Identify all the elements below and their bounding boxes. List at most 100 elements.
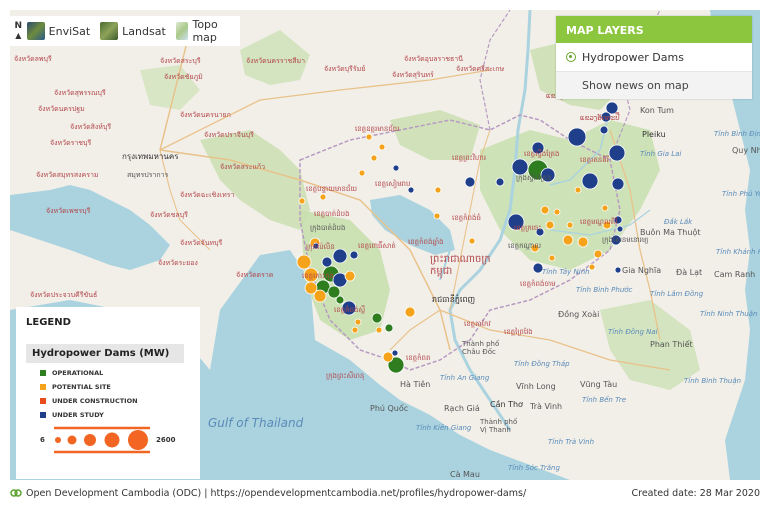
kh-label-26: ក្រុងស្ទឹងត្រែង: [516, 174, 552, 182]
quy-nhon-label: Quy Nhơn: [732, 146, 760, 155]
kh-label-13: ខេត្តកំពង់ឆ្នាំង: [408, 238, 444, 246]
dong-nai-prov-label: Tỉnh Đồng Nai: [608, 328, 658, 336]
tay-ninh-prov-label: Tỉnh Tây Ninh: [542, 268, 590, 276]
dam-marker-under-study[interactable]: [495, 177, 505, 187]
dam-marker-potential-site[interactable]: [298, 197, 306, 205]
dam-marker-under-study[interactable]: [614, 266, 622, 274]
basemap-landsat-option[interactable]: Landsat: [100, 22, 166, 40]
th-label-6: จังหวัดฉะเชิงเทรา: [180, 191, 235, 199]
th-label-22: จังหวัดประจวบคีรีขันธ์: [30, 291, 98, 299]
th-label-17: จังหวัดชัยภูมิ: [164, 73, 203, 81]
dam-marker-operational[interactable]: [384, 323, 394, 333]
dam-marker-potential-site[interactable]: [296, 254, 312, 270]
dam-marker-potential-site[interactable]: [313, 289, 327, 303]
dam-marker-potential-site[interactable]: [354, 318, 362, 326]
dam-marker-potential-site[interactable]: [370, 154, 378, 162]
basemap-envisat-option[interactable]: EnviSat: [26, 22, 90, 40]
dam-marker-potential-site[interactable]: [593, 249, 603, 259]
dam-marker-under-study[interactable]: [321, 256, 333, 268]
dam-marker-under-study[interactable]: [608, 144, 626, 162]
kh-label-25: ក្រុងបាត់ដំបង: [310, 224, 346, 232]
dam-marker-under-study[interactable]: [511, 158, 529, 176]
study-swatch: [40, 412, 46, 418]
dam-marker-under-study[interactable]: [332, 248, 348, 264]
th-label-7: จังหวัดชลบุรี: [150, 211, 188, 219]
map-frame: { "basemaps": [ {"label": "EnviSat", "ic…: [0, 0, 768, 507]
legend-item-construction: UNDER CONSTRUCTION: [40, 397, 190, 405]
odc-logo-icon: [10, 489, 22, 497]
dam-marker-operational[interactable]: [335, 295, 345, 305]
dam-marker-under-study[interactable]: [392, 164, 400, 172]
dam-marker-potential-site[interactable]: [574, 186, 582, 194]
layer-hydropower-dams-toggle[interactable]: Hydropower Dams: [556, 43, 752, 71]
dam-marker-potential-site[interactable]: [382, 351, 394, 363]
construction-swatch: [40, 398, 46, 404]
dam-marker-under-study[interactable]: [599, 125, 609, 135]
dam-marker-potential-site[interactable]: [468, 237, 476, 245]
dam-marker-potential-site[interactable]: [433, 212, 441, 220]
th-label-24: จังหวัดสมุทรสงคราม: [36, 171, 99, 179]
dam-marker-operational[interactable]: [371, 312, 383, 324]
kh-label-2: ខេត្តព្រះវិហារ: [452, 154, 487, 162]
show-news-on-map-button[interactable]: Show news on map: [556, 71, 752, 99]
tra-vinh-prov-label: Tỉnh Trà Vinh: [548, 438, 595, 446]
dam-marker-potential-site[interactable]: [548, 254, 556, 262]
phu-yen-prov-label: Tỉnh Phú Yên: [722, 190, 760, 198]
dam-marker-potential-site[interactable]: [545, 220, 555, 230]
th-label-3: จังหวัดนครนายก: [180, 111, 231, 119]
phnom-penh-label: រាជធានីភ្នំពេញ: [432, 295, 476, 304]
th-label-12: จังหวัดบุรีรัมย์: [324, 65, 366, 73]
dam-marker-potential-site[interactable]: [577, 236, 589, 248]
dam-marker-under-study[interactable]: [616, 225, 624, 233]
dam-marker-potential-site[interactable]: [562, 234, 574, 246]
dam-marker-potential-site[interactable]: [378, 143, 386, 151]
dam-marker-potential-site[interactable]: [358, 169, 366, 177]
basemap-topo-label: Topo map: [192, 18, 218, 44]
footer-created-date: Created date: 28 Mar 2020: [631, 487, 761, 499]
ca-mau-label: Cà Mau: [450, 470, 480, 479]
dam-marker-under-study[interactable]: [391, 349, 399, 357]
basemap-topo-option[interactable]: Topo map: [175, 18, 230, 44]
kh-label-17: ខេត្តតាកែវ: [464, 320, 491, 328]
kh-label-8: ខេត្តសៀមរាប: [375, 180, 411, 188]
dam-marker-potential-site[interactable]: [601, 204, 609, 212]
map-layers-title: MAP LAYERS: [556, 16, 752, 43]
dam-marker-potential-site[interactable]: [344, 270, 356, 282]
dam-marker-potential-site[interactable]: [588, 263, 596, 271]
scale-min-label: 6: [40, 436, 45, 444]
dam-marker-potential-site[interactable]: [404, 306, 416, 318]
th-label-11: จังหวัดนครราชสีมา: [246, 57, 306, 65]
th-label-19: จังหวัดนครปฐม: [38, 105, 85, 113]
vinh-long-label: Vĩnh Long: [516, 382, 556, 391]
vung-tau-label: Vũng Tàu: [580, 380, 618, 389]
th-label-18: จังหวัดสุพรรณบุรี: [54, 89, 106, 97]
dam-marker-under-study[interactable]: [567, 127, 587, 147]
dam-marker-potential-site[interactable]: [375, 326, 383, 334]
cam-ranh-label: Cam Ranh: [714, 270, 756, 279]
kh-label-15: ខេត្តកោះកុង: [302, 272, 334, 280]
kh-label-24: ក្រុងសែនមនោរម្យ: [602, 236, 649, 244]
dam-marker-potential-site[interactable]: [434, 186, 442, 194]
can-tho-label: Cần Thơ: [490, 400, 523, 409]
dam-marker-under-study[interactable]: [464, 176, 476, 188]
kh-label-10: ខេត្តបាត់ដំបង: [314, 210, 350, 218]
north-arrow-icon: N ▲: [14, 21, 23, 41]
dam-marker-under-study[interactable]: [349, 250, 359, 260]
th-label-20: จังหวัดราชบุรี: [50, 139, 92, 147]
legend-construction-label: UNDER CONSTRUCTION: [52, 397, 138, 405]
th-label-21: จังหวัดเพชรบุรี: [46, 207, 91, 215]
legend-study-label: UNDER STUDY: [52, 411, 104, 419]
ninh-thuan-prov-label: Tỉnh Ninh Thuận: [700, 310, 758, 318]
th-label-23: จังหวัดสิงห์บุรี: [70, 123, 112, 131]
dam-marker-potential-site[interactable]: [553, 208, 561, 216]
kh-label-7: ខេត្តកំពង់ធំ: [452, 214, 481, 222]
dam-marker-potential-site[interactable]: [351, 326, 359, 334]
kh-label-18: ខេត្តព្រៃវែង: [504, 328, 533, 336]
cambodia-label: ព្រះរាជាណាចក្រ កម្ពុជា: [430, 254, 491, 277]
dam-marker-under-study[interactable]: [581, 172, 599, 190]
dam-marker-potential-site[interactable]: [540, 205, 550, 215]
dam-marker-potential-site[interactable]: [566, 221, 574, 229]
dam-marker-under-study[interactable]: [611, 177, 625, 191]
th-label-14: จังหวัดศรีสะเกษ: [456, 65, 505, 73]
ben-tre-prov-label: Tỉnh Bến Tre: [582, 396, 627, 404]
